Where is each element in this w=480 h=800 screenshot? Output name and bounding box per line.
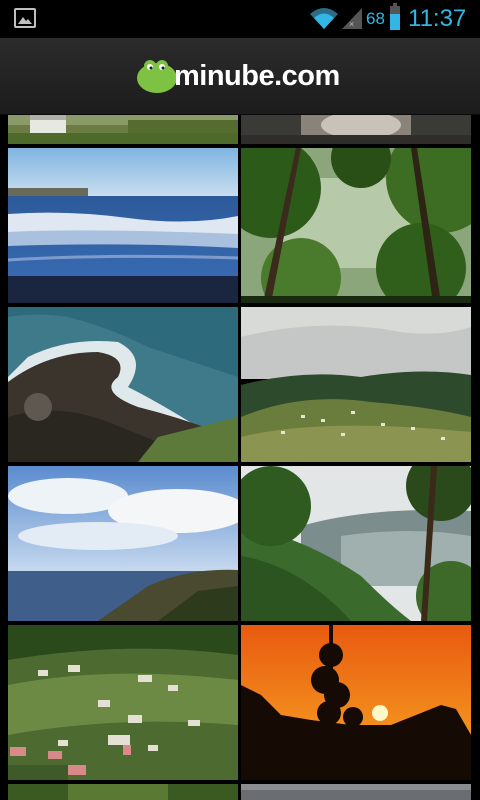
photo-sunset-pine[interactable] xyxy=(241,625,471,780)
logo-text: minube.com xyxy=(174,60,340,92)
action-bar: minube.com xyxy=(0,38,480,115)
photo-top-left-partial[interactable] xyxy=(8,115,238,144)
status-bar: × 68 11:37 xyxy=(0,0,480,38)
photo-ocean-cliff[interactable] xyxy=(8,466,238,621)
photo-sea-waves[interactable] xyxy=(8,148,238,303)
photo-top-right-partial[interactable] xyxy=(241,115,471,144)
green-blob-logo-icon xyxy=(137,60,177,93)
wifi-icon xyxy=(310,8,338,29)
battery-level-text: 68 xyxy=(366,9,385,28)
battery-icon xyxy=(390,3,400,30)
photo-pine-mountains[interactable] xyxy=(241,466,471,621)
signal-icon: × xyxy=(342,8,362,29)
photo-forest-trees[interactable] xyxy=(241,148,471,303)
photo-green-valley[interactable] xyxy=(241,307,471,462)
svg-text:×: × xyxy=(349,19,354,29)
clock-time: 11:37 xyxy=(408,5,467,32)
photo-grid xyxy=(0,115,480,800)
photo-bottom-right-partial[interactable] xyxy=(241,784,471,800)
photo-bottom-left-partial[interactable] xyxy=(8,784,238,800)
photo-coast-rocks-aerial[interactable] xyxy=(8,307,238,462)
gallery-notification-icon[interactable] xyxy=(14,8,36,28)
photo-village-hillside[interactable] xyxy=(8,625,238,780)
